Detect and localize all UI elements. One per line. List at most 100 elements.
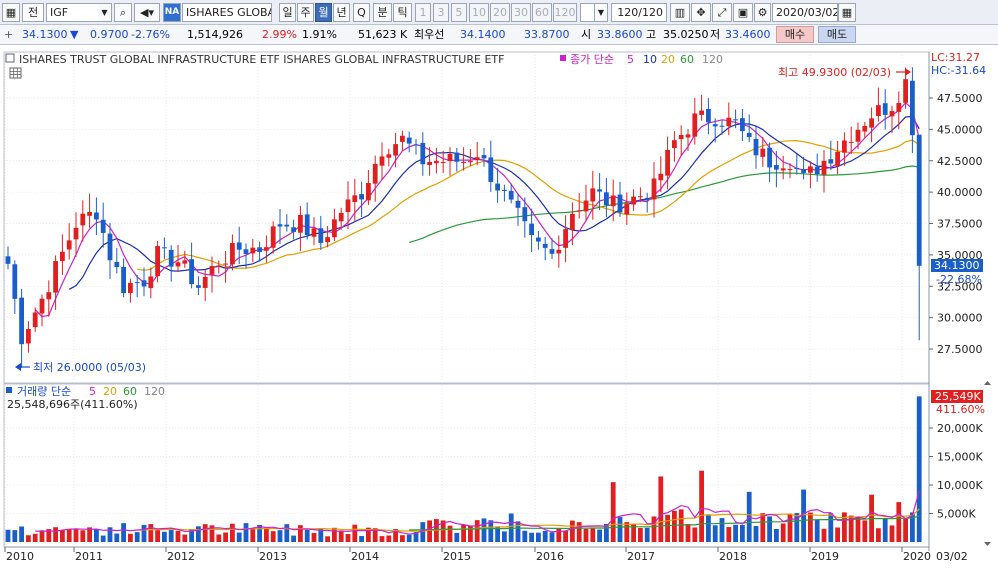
volume-bar — [304, 529, 310, 542]
volume-bar — [787, 513, 793, 542]
candle-body — [678, 135, 684, 140]
time-tick-label: 2012 — [167, 550, 195, 563]
volume-tick-label: 20,000K — [937, 422, 983, 435]
candle-body — [345, 199, 351, 213]
candle-body — [855, 129, 861, 142]
candle-body — [808, 166, 813, 173]
volume-bar — [60, 530, 65, 542]
gear-icon[interactable]: ⚙ — [754, 3, 771, 22]
candle-body — [393, 144, 398, 156]
volume-bar — [243, 523, 249, 542]
volume-bar — [522, 530, 528, 542]
market-select[interactable]: 전 — [22, 3, 44, 22]
period-minute[interactable]: 분 — [373, 3, 392, 22]
time-tick-label: 03/02 — [936, 550, 968, 563]
crosshair-icon[interactable]: ✥ — [691, 3, 711, 22]
volume-bar — [277, 530, 283, 542]
save-icon[interactable]: ▣ — [733, 3, 753, 22]
stock-chart[interactable]: ISHARES TRUST GLOBAL INFRASTRUCTURE ETF … — [0, 46, 998, 571]
volume-bar — [80, 530, 86, 542]
volume-bar — [345, 534, 351, 542]
candle-body — [699, 110, 704, 115]
expand-icon[interactable]: + — [4, 25, 16, 44]
candle-body — [121, 266, 126, 294]
chart-type-icon[interactable]: ▥ — [670, 3, 690, 22]
interval-120[interactable]: 120 — [553, 3, 577, 22]
buy-button[interactable]: 매수 — [776, 26, 814, 43]
volume-bar — [685, 524, 691, 542]
volume-bar — [706, 514, 711, 542]
table-icon[interactable] — [9, 67, 22, 79]
candle-body — [495, 183, 500, 191]
change-value: 0.9700 — [90, 28, 129, 41]
volume-ratio-1: 2.99% — [262, 28, 297, 41]
volume-bar — [100, 535, 106, 542]
period-month[interactable]: 월 — [315, 3, 332, 22]
calendar-icon[interactable]: ▦ — [838, 3, 856, 22]
symbol-dropdown-icon[interactable]: ▼ — [98, 3, 112, 22]
candle-body — [304, 214, 310, 236]
volume-tick-label: 15,000K — [937, 451, 983, 464]
candle-body — [270, 226, 276, 248]
candle-body — [644, 197, 650, 200]
volume-bar — [610, 482, 616, 542]
name-field[interactable]: ISHARES GLOBAL — [182, 3, 272, 22]
volume-bar — [651, 516, 657, 542]
volume-bar — [536, 532, 541, 542]
volume-bar — [175, 530, 181, 542]
volume-tick-label: 10,000K — [937, 479, 983, 492]
period-tick[interactable]: 틱 — [393, 3, 412, 22]
interval-60[interactable]: 60 — [532, 3, 552, 22]
period-quarter[interactable]: Q — [353, 3, 370, 22]
interval-3[interactable]: 3 — [433, 3, 449, 22]
candle-body — [107, 233, 113, 261]
candle-body — [291, 227, 296, 232]
na-badge: NA — [163, 3, 181, 22]
candle-body — [277, 224, 283, 227]
candle-body — [243, 249, 249, 254]
interval-1[interactable]: 1 — [415, 3, 431, 22]
best-quote-label: 최우선 — [414, 28, 445, 41]
volume-legend-120: 120 — [144, 385, 165, 398]
volume-bar — [53, 527, 58, 542]
volume-bar — [32, 533, 38, 542]
interval-30[interactable]: 30 — [511, 3, 531, 22]
period-week[interactable]: 주 — [297, 3, 314, 22]
candle-body — [141, 280, 147, 287]
price-tick-label: 40.0000 — [937, 186, 983, 199]
candle-body — [570, 213, 575, 231]
time-tick-label: 2010 — [6, 550, 34, 563]
zoom-icon[interactable]: ⤢ — [712, 3, 732, 22]
candle-body — [434, 160, 439, 164]
date-input[interactable]: 2020/03/02 — [772, 3, 838, 22]
ma-legend-marker — [560, 55, 566, 61]
candle-body — [549, 249, 555, 254]
volume-bar — [264, 527, 269, 542]
grid-icon[interactable]: ▦ — [2, 3, 20, 22]
candle-body — [474, 157, 480, 161]
candle-body — [556, 249, 562, 254]
candle-body — [73, 227, 79, 240]
volume-bar — [821, 528, 827, 542]
volume-bar — [556, 528, 562, 542]
volume-bar — [699, 470, 704, 542]
interval-5[interactable]: 5 — [451, 3, 467, 22]
candle-body — [910, 80, 915, 136]
period-year[interactable]: 년 — [333, 3, 350, 22]
period-day[interactable]: 일 — [279, 3, 296, 22]
interval-20[interactable]: 20 — [490, 3, 510, 22]
candle-body — [420, 142, 426, 165]
count-input[interactable]: 120/120 — [611, 3, 667, 22]
candle-body — [53, 261, 58, 293]
interval-10[interactable]: 10 — [469, 3, 489, 22]
candle-body — [753, 138, 759, 156]
interval-dropdown-icon[interactable]: ▼ — [594, 3, 608, 22]
open-label: 시 — [581, 28, 592, 41]
search-icon[interactable]: ⌕ — [114, 3, 132, 22]
speaker-icon[interactable]: ◀▾ — [134, 3, 160, 22]
candle-body — [60, 251, 65, 262]
volume-bar — [223, 532, 228, 542]
candle-body — [264, 247, 269, 251]
sell-button[interactable]: 매도 — [818, 26, 856, 43]
candle-body — [665, 149, 670, 176]
